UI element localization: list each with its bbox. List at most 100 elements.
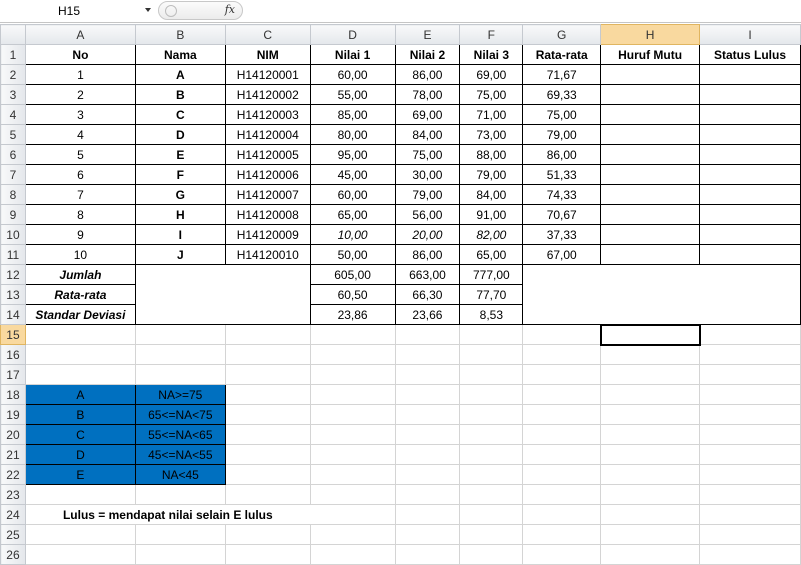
cell-nilai-1[interactable]: 65,00 bbox=[309, 204, 396, 225]
row-header[interactable]: 8 bbox=[0, 184, 26, 205]
cell[interactable] bbox=[699, 384, 801, 405]
cell-nilai-3[interactable]: 73,00 bbox=[459, 124, 524, 145]
note-cell[interactable]: Lulus = mendapat nilai selain E lulus bbox=[24, 504, 311, 525]
stat-label-jumlah[interactable]: Jumlah bbox=[24, 264, 136, 285]
cell-rata-rata[interactable]: 70,67 bbox=[522, 204, 602, 225]
row-header[interactable]: 11 bbox=[0, 244, 26, 265]
cell[interactable] bbox=[459, 544, 524, 565]
merged-empty-cell-right[interactable] bbox=[522, 264, 801, 325]
cell[interactable] bbox=[394, 424, 461, 445]
cell[interactable] bbox=[699, 464, 801, 485]
cell-nilai-2[interactable]: 78,00 bbox=[394, 84, 461, 105]
cell-nilai-2[interactable]: 84,00 bbox=[394, 124, 461, 145]
cell-nilai-1[interactable]: 95,00 bbox=[309, 144, 396, 165]
row-header[interactable]: 12 bbox=[0, 264, 26, 285]
cell-rata-rata[interactable]: 67,00 bbox=[522, 244, 602, 265]
cell-nama[interactable]: F bbox=[134, 164, 226, 185]
cell-jumlah-nilai-3[interactable]: 777,00 bbox=[459, 264, 524, 285]
cell[interactable] bbox=[522, 324, 602, 345]
row-header[interactable]: 18 bbox=[0, 384, 26, 405]
header-cell-nilai-2[interactable]: Nilai 2 bbox=[394, 44, 461, 65]
cell[interactable] bbox=[522, 544, 602, 565]
cell[interactable] bbox=[522, 484, 602, 505]
cell[interactable] bbox=[699, 484, 801, 505]
cell[interactable] bbox=[309, 364, 396, 385]
cell[interactable] bbox=[394, 464, 461, 485]
row-header[interactable]: 25 bbox=[0, 524, 26, 545]
cell[interactable] bbox=[394, 544, 461, 565]
cell-nilai-1[interactable]: 45,00 bbox=[309, 164, 396, 185]
cell[interactable] bbox=[600, 364, 701, 385]
cell[interactable] bbox=[522, 464, 602, 485]
cell[interactable] bbox=[600, 344, 701, 365]
cell-nim[interactable]: H14120007 bbox=[224, 184, 311, 205]
cell[interactable] bbox=[24, 484, 136, 505]
insert-function-button[interactable]: fx bbox=[225, 3, 235, 16]
cell-nilai-2[interactable]: 20,00 bbox=[394, 224, 461, 245]
cell-nilai-1[interactable]: 60,00 bbox=[309, 64, 396, 85]
cell[interactable] bbox=[699, 524, 801, 545]
cell[interactable] bbox=[394, 444, 461, 465]
row-header[interactable]: 19 bbox=[0, 404, 26, 425]
cell[interactable] bbox=[459, 424, 524, 445]
cell[interactable] bbox=[309, 424, 396, 445]
cell[interactable] bbox=[522, 424, 602, 445]
cell[interactable] bbox=[394, 484, 461, 505]
cell[interactable] bbox=[394, 404, 461, 425]
column-header-a[interactable]: A bbox=[24, 24, 136, 45]
active-cell-h15[interactable] bbox=[599, 323, 701, 346]
formula-input[interactable] bbox=[244, 1, 801, 20]
cell-nilai-1[interactable]: 80,00 bbox=[309, 124, 396, 145]
cell-nilai-3[interactable]: 91,00 bbox=[459, 204, 524, 225]
column-header-g[interactable]: G bbox=[522, 24, 602, 45]
name-box[interactable]: H15 bbox=[2, 1, 152, 20]
cell[interactable] bbox=[459, 364, 524, 385]
cell[interactable] bbox=[224, 444, 311, 465]
cell[interactable] bbox=[600, 504, 701, 525]
grade-rule-cell[interactable]: 55<=NA<65 bbox=[134, 424, 226, 445]
cell-rata-rata[interactable]: 69,33 bbox=[522, 84, 602, 105]
cell[interactable] bbox=[459, 484, 524, 505]
header-cell-nim[interactable]: NIM bbox=[224, 44, 311, 65]
cell-nama[interactable]: I bbox=[134, 224, 226, 245]
row-header[interactable]: 14 bbox=[0, 304, 26, 325]
row-header[interactable]: 1 bbox=[0, 44, 26, 65]
cell[interactable] bbox=[522, 504, 602, 525]
merged-empty-cell[interactable] bbox=[134, 264, 311, 325]
cell-nilai-2[interactable]: 86,00 bbox=[394, 64, 461, 85]
cell[interactable] bbox=[134, 544, 226, 565]
cell-nama[interactable]: A bbox=[134, 64, 226, 85]
cell[interactable] bbox=[459, 404, 524, 425]
cell-nim[interactable]: H14120006 bbox=[224, 164, 311, 185]
cell[interactable] bbox=[600, 384, 701, 405]
cell[interactable] bbox=[224, 344, 311, 365]
cell[interactable] bbox=[394, 504, 461, 525]
cell-nilai-3[interactable]: 71,00 bbox=[459, 104, 524, 125]
cell-stdev-nilai-3[interactable]: 8,53 bbox=[459, 304, 524, 325]
cell[interactable] bbox=[600, 424, 701, 445]
cell[interactable] bbox=[522, 384, 602, 405]
cell-rata-rata[interactable]: 71,67 bbox=[522, 64, 602, 85]
header-cell-no[interactable]: No bbox=[24, 44, 136, 65]
cell-stdev-nilai-1[interactable]: 23,86 bbox=[309, 304, 396, 325]
cell-no[interactable]: 6 bbox=[24, 164, 136, 185]
header-cell-rata-rata[interactable]: Rata-rata bbox=[522, 44, 602, 65]
cell[interactable] bbox=[600, 464, 701, 485]
cell-nilai-2[interactable]: 79,00 bbox=[394, 184, 461, 205]
cell[interactable] bbox=[24, 324, 136, 345]
row-header[interactable]: 23 bbox=[0, 484, 26, 505]
cell-nilai-1[interactable]: 50,00 bbox=[309, 244, 396, 265]
cell[interactable] bbox=[309, 444, 396, 465]
cell-nilai-1[interactable]: 60,00 bbox=[309, 184, 396, 205]
cell-nim[interactable]: H14120002 bbox=[224, 84, 311, 105]
cell-nim[interactable]: H14120010 bbox=[224, 244, 311, 265]
cell-huruf-mutu[interactable] bbox=[600, 204, 701, 225]
row-header[interactable]: 4 bbox=[0, 104, 26, 125]
cell-no[interactable]: 4 bbox=[24, 124, 136, 145]
cell[interactable] bbox=[699, 364, 801, 385]
cell[interactable] bbox=[309, 484, 396, 505]
cell-nilai-2[interactable]: 86,00 bbox=[394, 244, 461, 265]
grade-letter-cell[interactable]: A bbox=[24, 384, 136, 405]
cell[interactable] bbox=[224, 324, 311, 345]
cell[interactable] bbox=[699, 444, 801, 465]
